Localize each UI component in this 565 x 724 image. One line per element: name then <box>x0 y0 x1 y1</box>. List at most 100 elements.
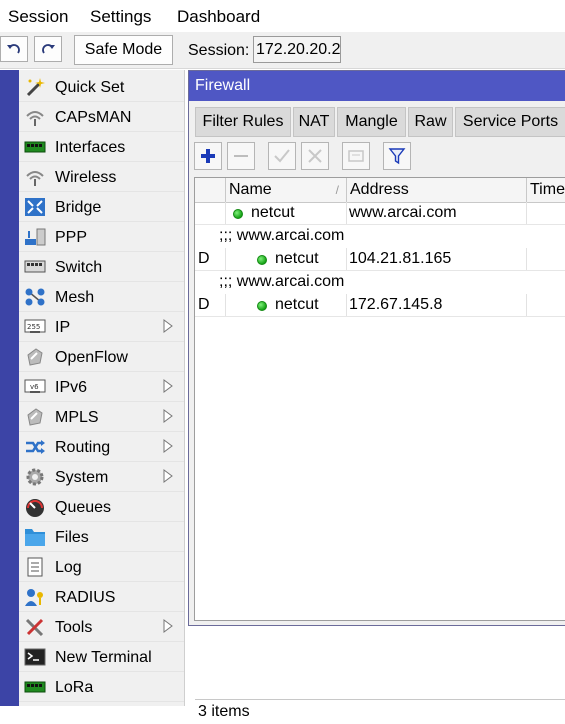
sidebar-item-routing[interactable]: Routing <box>19 432 184 462</box>
sidebar-item-label: RADIUS <box>55 589 116 606</box>
lora-icon <box>24 681 46 693</box>
bridge-icon <box>25 198 45 216</box>
comment-button[interactable] <box>342 142 370 170</box>
sidebar-item-mesh[interactable]: Mesh <box>19 282 184 312</box>
table-row[interactable]: D netcut 172.67.145.8 <box>195 294 565 317</box>
sidebar-item-label: LoRa <box>55 679 94 696</box>
filter-button[interactable] <box>383 142 411 170</box>
sidebar-item-label: IP <box>55 319 71 336</box>
sidebar-item-label: Wireless <box>55 169 117 186</box>
address-list-table: Name / Address Timeo netcut www.arcai.co… <box>194 177 565 720</box>
sidebar-item-new-terminal[interactable]: New Terminal <box>19 642 184 672</box>
column-flag[interactable] <box>195 178 226 202</box>
sidebar-item-bridge[interactable]: Bridge <box>19 192 184 222</box>
network-card-icon <box>24 141 46 153</box>
folder-icon <box>25 529 45 546</box>
enabled-status-icon <box>257 255 267 265</box>
ipv6-icon: v6 <box>24 379 46 393</box>
tab-filter-rules[interactable]: Filter Rules <box>195 107 291 137</box>
firewall-toolbar <box>189 139 565 175</box>
sidebar-item-system[interactable]: System <box>19 462 184 492</box>
sidebar-item-radius[interactable]: RADIUS <box>19 582 184 612</box>
row-address: www.arcai.com <box>349 204 457 221</box>
sidebar-item-files[interactable]: Files <box>19 522 184 552</box>
sidebar-item-label: Tools <box>55 619 93 636</box>
svg-text:255: 255 <box>27 323 40 331</box>
row-comment: ;;; www.arcai.com <box>219 273 345 290</box>
sidebar-item-label: Quick Set <box>55 79 125 96</box>
sidebar-item-tools[interactable]: Tools <box>19 612 184 642</box>
sidebar-item-capsman[interactable]: CAPsMAN <box>19 102 184 132</box>
session-address-field[interactable]: 172.20.20.2 <box>253 36 341 63</box>
sidebar-item-label: CAPsMAN <box>55 109 132 126</box>
sidebar-item-interfaces[interactable]: Interfaces <box>19 132 184 162</box>
svg-text:v6: v6 <box>30 383 39 391</box>
sidebar-item-label: Files <box>55 529 89 546</box>
row-flag: D <box>198 296 210 313</box>
filter-icon <box>388 148 406 165</box>
ppp-icon <box>25 228 46 246</box>
terminal-icon <box>24 648 46 666</box>
submenu-arrow-icon <box>163 469 173 483</box>
window-title[interactable]: Firewall <box>189 71 565 101</box>
tab-mangle[interactable]: Mangle <box>337 107 406 137</box>
submenu-arrow-icon <box>163 619 173 633</box>
sidebar-item-ppp[interactable]: PPP <box>19 222 184 252</box>
table-row[interactable]: D netcut 104.21.81.165 <box>195 248 565 271</box>
sidebar-item-label: Mesh <box>55 289 95 306</box>
check-icon <box>274 149 290 163</box>
ip-icon: 255 <box>24 319 46 333</box>
column-address[interactable]: Address <box>347 178 527 202</box>
comment-icon <box>348 150 364 162</box>
safe-mode-button[interactable]: Safe Mode <box>74 35 173 65</box>
redo-icon <box>42 44 55 54</box>
row-flag: D <box>198 250 210 267</box>
menu-settings[interactable]: Settings <box>90 7 151 27</box>
sidebar-item-label: OpenFlow <box>55 349 128 366</box>
menu-session[interactable]: Session <box>8 7 68 27</box>
row-address: 172.67.145.8 <box>349 296 443 313</box>
sidebar-item-queues[interactable]: Queues <box>19 492 184 522</box>
submenu-arrow-icon <box>163 409 173 423</box>
sort-indicator-icon: / <box>335 183 339 197</box>
sidebar-item-label: IPv6 <box>55 379 88 396</box>
sidebar-item-switch[interactable]: Switch <box>19 252 184 282</box>
plus-icon <box>201 149 215 163</box>
enabled-status-icon <box>233 209 243 219</box>
tab-raw[interactable]: Raw <box>408 107 453 137</box>
redo-button[interactable] <box>34 36 62 62</box>
tab-service-ports[interactable]: Service Ports <box>455 107 565 137</box>
sidebar-item-label: Log <box>55 559 82 576</box>
sidebar-item-label: Interfaces <box>55 139 126 156</box>
submenu-arrow-icon <box>163 319 173 333</box>
mesh-icon <box>25 288 45 306</box>
sidebar-item-wireless[interactable]: Wireless <box>19 162 184 192</box>
row-name: netcut <box>251 204 295 221</box>
main-toolbar: Safe Mode Session: 172.20.20.2 <box>0 32 565 69</box>
enabled-status-icon <box>257 301 267 311</box>
row-address: 104.21.81.165 <box>349 250 452 267</box>
undo-button[interactable] <box>0 36 28 62</box>
sidebar-item-label: PPP <box>55 229 88 246</box>
table-row[interactable]: netcut www.arcai.com <box>195 202 565 225</box>
firewall-window: Firewall Filter Rules NAT Mangle Raw Ser… <box>188 70 565 720</box>
sidebar-item-ipv6[interactable]: v6 IPv6 <box>19 372 184 402</box>
enable-button[interactable] <box>268 142 296 170</box>
column-timeout[interactable]: Timeo <box>527 178 565 202</box>
remove-button[interactable] <box>227 142 255 170</box>
comment-row[interactable]: ;;; www.arcai.com <box>195 225 565 248</box>
menu-dashboard[interactable]: Dashboard <box>177 7 260 27</box>
minus-icon <box>234 155 248 157</box>
add-button[interactable] <box>194 142 222 170</box>
tab-nat[interactable]: NAT <box>293 107 335 137</box>
gear-icon <box>26 468 44 486</box>
sidebar-item-log[interactable]: Log <box>19 552 184 582</box>
sidebar-item-ip[interactable]: 255 IP <box>19 312 184 342</box>
sidebar-item-openflow[interactable]: OpenFlow <box>19 342 184 372</box>
column-name[interactable]: Name / <box>226 178 347 202</box>
disable-button[interactable] <box>301 142 329 170</box>
sidebar-item-lora[interactable]: LoRa <box>19 672 184 702</box>
sidebar-item-mpls[interactable]: MPLS <box>19 402 184 432</box>
comment-row[interactable]: ;;; www.arcai.com <box>195 271 565 294</box>
sidebar-item-quick-set[interactable]: Quick Set <box>19 72 184 102</box>
